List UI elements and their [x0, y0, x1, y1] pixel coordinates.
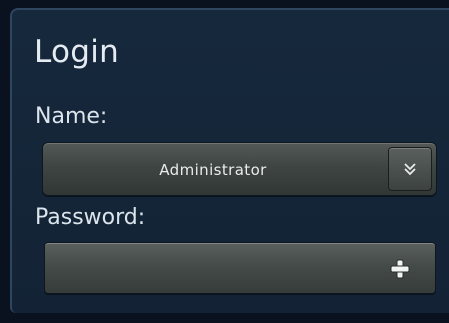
password-field[interactable] [44, 242, 436, 294]
plus-icon[interactable] [389, 258, 411, 280]
password-label: Password: [35, 205, 146, 230]
login-title: Login [34, 34, 120, 70]
name-label: Name: [35, 104, 108, 129]
name-dropdown-toggle[interactable] [388, 147, 432, 191]
name-dropdown[interactable]: Administrator [42, 142, 437, 196]
double-chevron-down-icon [404, 163, 416, 176]
name-dropdown-value: Administrator [159, 161, 267, 179]
